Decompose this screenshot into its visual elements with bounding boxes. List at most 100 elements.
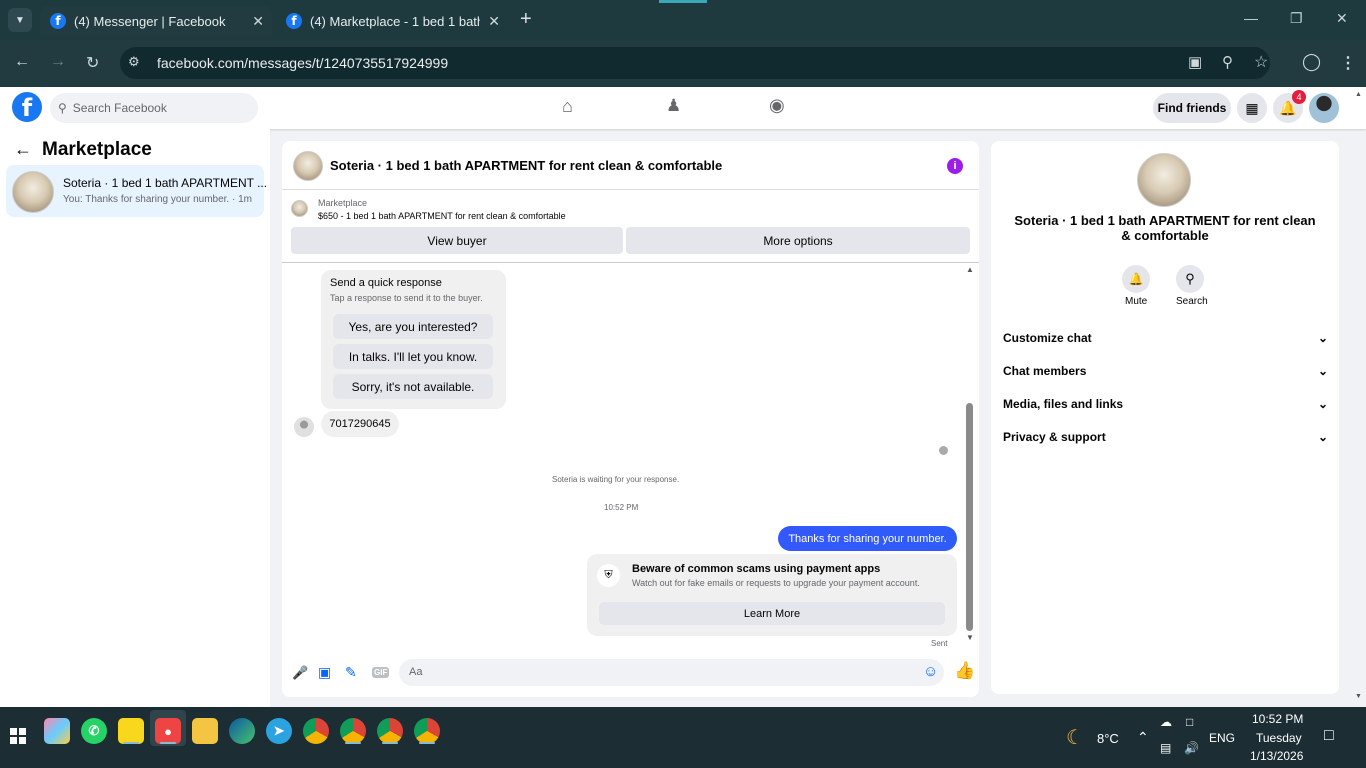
new-tab-button[interactable]: + (520, 8, 532, 31)
forward-icon[interactable]: → (50, 53, 66, 71)
info-icon: i (953, 160, 957, 172)
chat-list-sidebar: ← Marketplace Soteria · 1 bed 1 bath APA… (0, 129, 270, 707)
tab-accent-strip (659, 0, 707, 3)
quick-reply-in-talks[interactable]: In talks. I'll let you know. (333, 344, 493, 369)
menu-button[interactable]: ▦ (1237, 93, 1267, 123)
chat-title[interactable]: Soteria · 1 bed 1 bath APARTMENT for ren… (330, 158, 722, 173)
friends-icon[interactable]: ♟ (666, 96, 681, 116)
pinned-app-icon[interactable]: ● (155, 718, 181, 744)
network-icon[interactable]: ▤ (1160, 741, 1171, 755)
notification-badge: 4 (1292, 90, 1306, 104)
privacy-support-section[interactable]: Privacy & support ⌄ (1003, 430, 1328, 444)
reload-icon[interactable]: ↻ (86, 53, 99, 73)
quick-reply-not-available[interactable]: Sorry, it's not available. (333, 374, 493, 399)
mute-label: Mute (1125, 296, 1148, 307)
clock-date[interactable]: 1/13/2026 (1250, 749, 1303, 763)
search-conversation-button[interactable]: ⚲ (1176, 265, 1204, 293)
scroll-up-arrow[interactable]: ▲ (966, 265, 974, 274)
show-hidden-icons-chevron[interactable]: ⌃ (1137, 729, 1149, 746)
bookmark-star-icon[interactable]: ☆ (1254, 52, 1268, 72)
profile-icon[interactable]: ◯ (1302, 52, 1321, 72)
close-tab-icon[interactable]: ✕ (488, 13, 500, 30)
section-label: Media, files and links (1003, 397, 1124, 411)
page-scroll-up-arrow[interactable]: ▲ (1355, 91, 1362, 98)
groups-icon[interactable]: ◉ (769, 95, 785, 116)
incoming-message-bubble[interactable]: 7017290645 (321, 411, 399, 437)
waiting-notice: Soteria is waiting for your response. (552, 475, 680, 484)
windows-start-icon[interactable] (10, 728, 26, 744)
clock-day[interactable]: Tuesday (1256, 731, 1302, 745)
learn-more-button[interactable]: Learn More (599, 602, 945, 625)
gif-icon[interactable]: GIF (372, 667, 390, 678)
copilot-icon[interactable] (44, 718, 70, 744)
chrome-icon[interactable] (340, 718, 366, 744)
close-window-icon[interactable]: ✕ (1336, 10, 1348, 27)
back-icon[interactable]: ← (14, 53, 30, 71)
whatsapp-icon[interactable]: ✆ (81, 718, 107, 744)
media-files-links-section[interactable]: Media, files and links ⌄ (1003, 397, 1328, 411)
edge-icon[interactable] (229, 718, 255, 744)
address-bar[interactable]: ⚙ facebook.com/messages/t/12407355179249… (120, 47, 1270, 79)
home-icon[interactable]: ⌂ (562, 96, 573, 117)
listing-line[interactable]: $650 - 1 bed 1 bath APARTMENT for rent c… (318, 211, 566, 221)
quick-response-card: Send a quick response Tap a response to … (321, 270, 506, 409)
minimize-icon[interactable]: — (1244, 10, 1258, 26)
tab-list-button[interactable]: ▼ (8, 8, 32, 32)
zoom-icon[interactable]: ⚲ (1222, 53, 1233, 71)
telegram-icon[interactable]: ➤ (266, 718, 292, 744)
more-options-button[interactable]: More options (626, 227, 970, 254)
outgoing-message-bubble[interactable]: Thanks for sharing your number. (778, 526, 957, 551)
sidebar-title: Marketplace (42, 139, 152, 160)
chrome-icon[interactable] (414, 718, 440, 744)
section-label: Privacy & support (1003, 430, 1106, 444)
chat-window: Soteria · 1 bed 1 bath APARTMENT for ren… (282, 141, 979, 697)
menu-dots-icon[interactable]: ⋮ (1340, 53, 1356, 73)
input-language[interactable]: ENG (1209, 731, 1235, 745)
view-buyer-button[interactable]: View buyer (291, 227, 623, 254)
conversation-item[interactable]: Soteria · 1 bed 1 bath APARTMENT ... You… (6, 165, 268, 217)
search-facebook-input[interactable]: ⚲ Search Facebook (50, 93, 258, 123)
find-friends-button[interactable]: Find friends (1153, 93, 1231, 123)
tab-messenger[interactable]: f (4) Messenger | Facebook ✕ (40, 6, 272, 36)
bell-icon: 🔔 (1128, 272, 1144, 286)
chat-members-section[interactable]: Chat members ⌄ (1003, 364, 1328, 378)
conversation-name: Soteria · 1 bed 1 bath APARTMENT ... (63, 176, 268, 190)
clock-time[interactable]: 10:52 PM (1252, 712, 1303, 726)
sticky-notes-icon[interactable] (118, 718, 144, 744)
sender-avatar[interactable] (294, 417, 314, 437)
chrome-icon[interactable] (377, 718, 403, 744)
weather-temperature[interactable]: 8°C (1097, 731, 1119, 746)
install-app-icon[interactable]: ▣ (1188, 53, 1202, 71)
file-explorer-icon[interactable] (192, 718, 218, 744)
chat-info-button[interactable]: i (947, 158, 963, 174)
chrome-icon[interactable] (303, 718, 329, 744)
restore-icon[interactable]: ❐ (1290, 10, 1303, 27)
site-settings-icon[interactable]: ⚙ (128, 54, 140, 70)
onedrive-icon[interactable]: ☁ (1160, 715, 1172, 729)
quick-reply-interested[interactable]: Yes, are you interested? (333, 314, 493, 339)
learn-more-label: Learn More (743, 607, 801, 620)
mute-button[interactable]: 🔔 (1122, 265, 1150, 293)
scrollbar-thumb[interactable] (966, 403, 973, 631)
url-text[interactable]: facebook.com/messages/t/1240735517924999 (157, 55, 448, 71)
back-arrow-icon[interactable]: ← (14, 139, 32, 160)
sticker-icon[interactable]: ✎ (345, 664, 357, 681)
account-avatar[interactable] (1309, 93, 1339, 123)
tab-marketplace[interactable]: f (4) Marketplace - 1 bed 1 bath ✕ (276, 6, 508, 36)
volume-icon[interactable]: 🔊 (1184, 741, 1199, 755)
customize-chat-section[interactable]: Customize chat ⌄ (1003, 331, 1328, 345)
facebook-logo-icon[interactable]: f (12, 92, 42, 122)
shield-icon: ⛨ (597, 564, 620, 587)
device-icon[interactable]: □ (1186, 715, 1193, 729)
scroll-down-arrow[interactable]: ▼ (966, 633, 974, 642)
notification-center-icon[interactable]: □ (1324, 727, 1334, 745)
weather-moon-icon[interactable]: ☾ (1066, 725, 1084, 750)
microphone-icon[interactable]: 🎤 (292, 665, 308, 681)
photo-icon[interactable]: ▣ (318, 664, 331, 681)
close-tab-icon[interactable]: ✕ (252, 13, 264, 30)
like-thumbs-up-icon[interactable]: 👍 (954, 661, 975, 681)
page-scroll-down-arrow[interactable]: ▼ (1355, 693, 1362, 700)
message-input[interactable]: Aa ☺ (399, 659, 944, 686)
emoji-icon[interactable]: ☺ (923, 663, 938, 680)
chat-header-thumbnail[interactable] (293, 151, 323, 181)
